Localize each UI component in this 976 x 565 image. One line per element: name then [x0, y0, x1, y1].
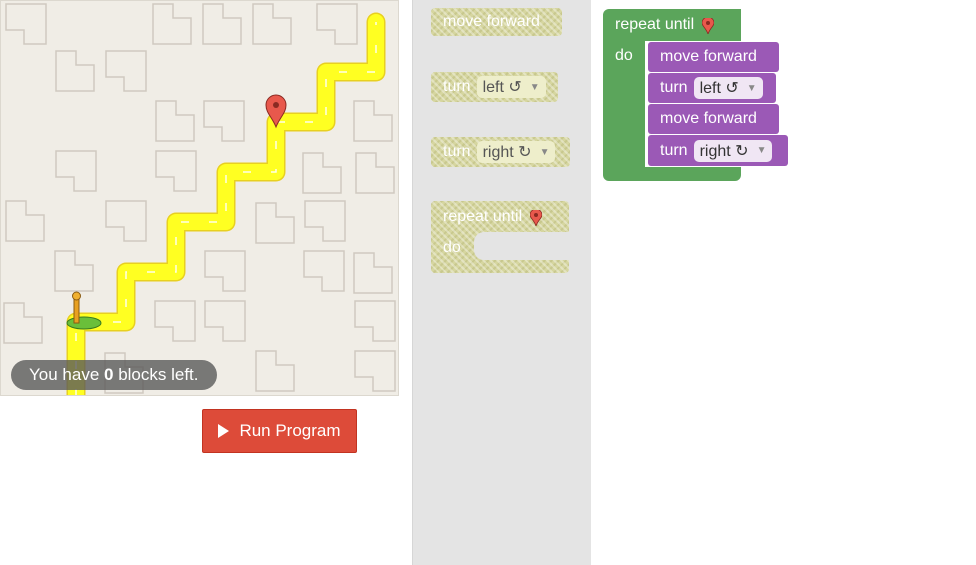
direction-dropdown[interactable]: right ↻ ▼ — [693, 139, 773, 162]
direction-dropdown[interactable]: right ↻ ▼ — [476, 141, 556, 163]
do-label: do — [443, 239, 461, 256]
block-label: repeat until — [443, 208, 523, 225]
repeat-block-header: repeat until — [431, 204, 543, 230]
play-icon — [218, 424, 230, 438]
map-marker-icon — [702, 18, 715, 34]
direction-dropdown[interactable]: left ↺ ▼ — [693, 77, 763, 99]
repeat-block-slot — [474, 232, 569, 260]
block-label: turn — [443, 143, 471, 160]
capacity-suffix: blocks left. — [113, 365, 199, 384]
block-label: move forward — [443, 13, 540, 30]
direction-value: right ↻ — [482, 144, 532, 161]
direction-dropdown[interactable]: left ↺ ▼ — [476, 76, 546, 98]
pegman-icon — [66, 291, 102, 330]
maze-walls — [3, 3, 396, 394]
do-label: do — [615, 47, 633, 64]
block-label: turn — [660, 79, 688, 96]
run-program-label: Run Program — [239, 421, 341, 440]
toolbox-turn-left-block[interactable]: turn left ↺ ▼ — [431, 72, 558, 102]
block-label: move forward — [660, 48, 757, 65]
workspace-move-forward-block[interactable]: move forward — [648, 42, 779, 72]
capacity-bubble: You have 0 blocks left. — [11, 360, 217, 390]
workspace-turn-left-block[interactable]: turn left ↺ ▼ — [648, 73, 776, 103]
chevron-down-icon: ▼ — [746, 82, 757, 94]
maze-panel: You have 0 blocks left. — [0, 0, 399, 396]
block-label: turn — [660, 141, 688, 159]
toolbox-turn-right-block[interactable]: turn right ↻ ▼ — [431, 137, 570, 167]
repeat-block-header: repeat until — [603, 11, 715, 39]
repeat-block-do: do — [603, 44, 633, 68]
chevron-down-icon: ▼ — [539, 146, 550, 158]
run-program-button[interactable]: Run Program — [202, 409, 357, 453]
chevron-down-icon: ▼ — [756, 145, 767, 156]
block-label: move forward — [660, 110, 757, 127]
repeat-block-do: do — [431, 236, 461, 260]
workspace-turn-right-block[interactable]: turn right ↻ ▼ — [648, 135, 788, 166]
block-label: turn — [443, 78, 471, 95]
map-marker-icon — [530, 210, 543, 226]
direction-value: left ↺ — [482, 79, 522, 96]
block-label: repeat until — [615, 16, 695, 33]
workspace-move-forward-block[interactable]: move forward — [648, 104, 779, 134]
chevron-down-icon: ▼ — [529, 81, 540, 93]
maze-svg — [3, 3, 396, 395]
toolbox-move-forward-block[interactable]: move forward — [431, 8, 562, 36]
direction-value: right ↻ — [699, 142, 749, 160]
capacity-prefix: You have — [29, 365, 104, 384]
direction-value: left ↺ — [699, 80, 739, 97]
